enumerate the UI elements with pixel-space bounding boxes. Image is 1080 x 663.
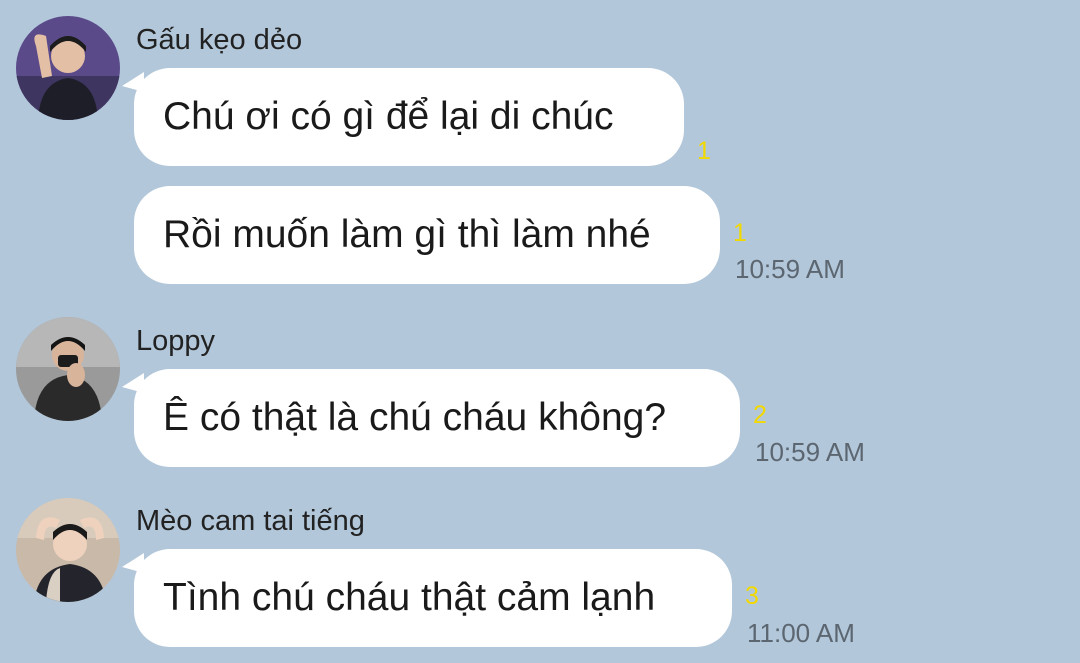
message-bubble[interactable]: Chú ơi có gì để lại di chúc	[134, 68, 684, 166]
avatar[interactable]	[16, 16, 120, 120]
unread-count: 2	[753, 401, 767, 429]
message-timestamp: 11:00 AM	[747, 618, 855, 648]
message-bubble[interactable]: Tình chú cháu thật cảm lạnh	[134, 549, 732, 647]
message-bubble[interactable]: Ê có thật là chú cháu không?	[134, 369, 740, 467]
user-avatar-icon	[16, 498, 120, 602]
message-timestamp: 10:59 AM	[735, 254, 845, 284]
unread-count: 3	[745, 582, 759, 610]
avatar[interactable]	[16, 317, 120, 421]
sender-name: Gấu kẹo dẻo	[136, 24, 303, 56]
unread-count: 1	[733, 219, 747, 247]
user-avatar-icon	[16, 16, 120, 120]
message-bubble[interactable]: Rồi muốn làm gì thì làm nhé	[134, 186, 720, 284]
avatar[interactable]	[16, 498, 120, 602]
sender-name: Loppy	[136, 325, 216, 357]
user-avatar-icon	[16, 317, 120, 421]
message-timestamp: 10:59 AM	[755, 437, 865, 467]
unread-count: 1	[697, 137, 711, 165]
sender-name: Mèo cam tai tiếng	[136, 505, 365, 537]
